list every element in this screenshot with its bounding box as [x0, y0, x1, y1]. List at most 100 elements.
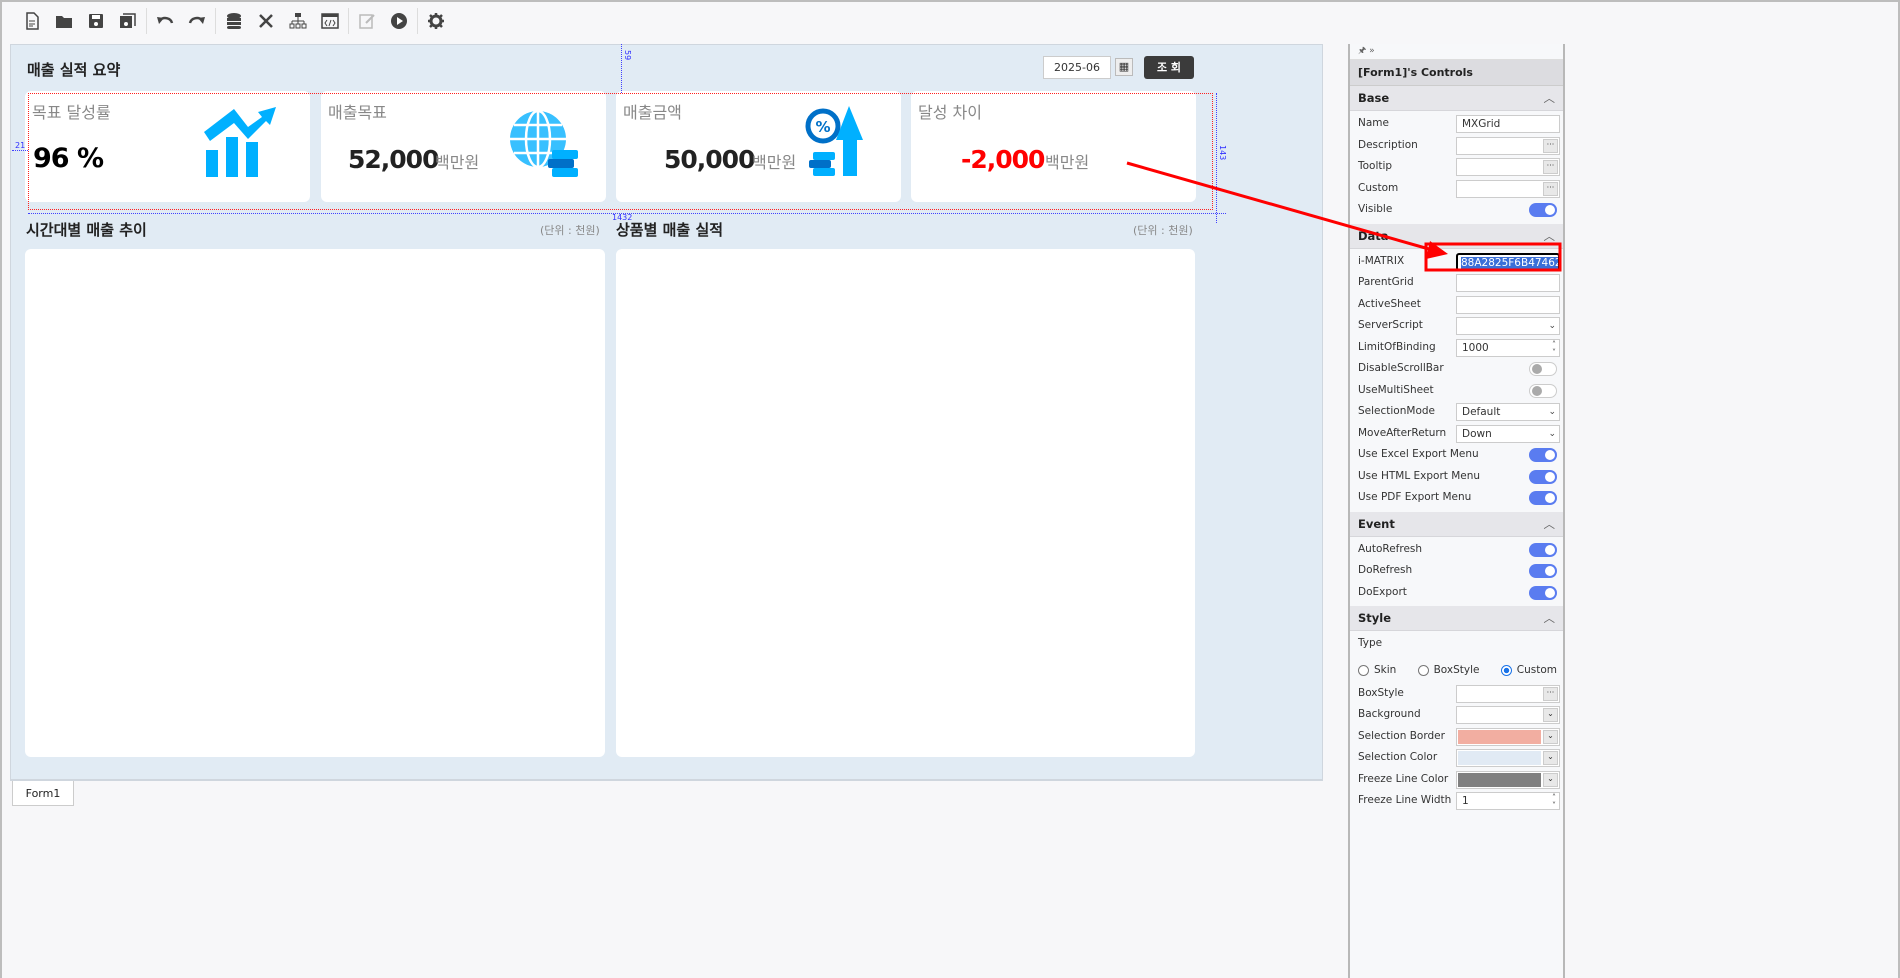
search-button[interactable]: 조 회 [1144, 56, 1194, 79]
run-icon [391, 13, 407, 29]
prop-label: i-MATRIX [1358, 254, 1405, 267]
date-input[interactable]: 2025-06 [1043, 56, 1111, 79]
redo-button[interactable] [181, 5, 213, 37]
prop-input[interactable]: ··· [1456, 136, 1560, 155]
guide-left-label: 21 [15, 141, 26, 150]
chevron-down-icon: ⌄ [1548, 407, 1556, 417]
ellipsis-button[interactable]: ··· [1543, 686, 1558, 701]
prop-label: ServerScript [1358, 319, 1423, 331]
prop-tooltip: Tooltip ··· [1350, 156, 1563, 178]
properties-panel: 🖈 » [Form1]'s Controls Base ︿ Name MXGrid De… [1348, 44, 1565, 978]
section-title: Data [1358, 228, 1389, 243]
open-folder-icon [56, 16, 72, 28]
toggle-switch[interactable] [1529, 383, 1557, 398]
save-all-button[interactable] [112, 5, 144, 37]
collapse-icon[interactable]: ︿ [1544, 86, 1556, 111]
toggle-switch[interactable] [1529, 469, 1557, 484]
prop-spinner[interactable]: 1 ˄ ˅ [1456, 792, 1560, 810]
prop-select[interactable]: ⌄ [1456, 317, 1560, 335]
select-value: Down [1462, 427, 1492, 440]
prop-selection-border: Selection Border ⌄ [1350, 726, 1563, 748]
selection-rectangle[interactable] [28, 93, 1213, 210]
spinner-arrows-icon[interactable]: ˄ ˅ [1552, 340, 1556, 356]
tools-button[interactable] [250, 5, 282, 37]
settings-button[interactable] [420, 5, 452, 37]
prop-label: DoExport [1358, 585, 1407, 598]
chart-title-hourly-sales: 시간대별 매출 추이 [26, 221, 147, 239]
radio-custom[interactable]: Custom [1500, 664, 1557, 676]
settings-icon [428, 13, 444, 29]
ellipsis-button[interactable]: ··· [1543, 138, 1558, 153]
prop-selection-color: Selection Color ⌄ [1350, 747, 1563, 769]
toggle-switch[interactable] [1529, 448, 1557, 462]
hourly-sales-chart-panel[interactable] [25, 249, 605, 757]
radio-label: Skin [1374, 664, 1397, 676]
product-sales-chart-panel[interactable] [616, 249, 1195, 757]
color-picker[interactable]: ⌄ [1456, 749, 1560, 767]
radio-skin[interactable]: Skin [1358, 664, 1396, 676]
guide-right [1216, 93, 1217, 223]
new-file-button[interactable] [16, 5, 48, 37]
toolbar-separator [348, 8, 349, 34]
toggle-switch[interactable] [1529, 542, 1557, 557]
collapse-icon[interactable]: ︿ [1544, 606, 1556, 631]
prop-label: Tooltip [1358, 160, 1393, 172]
prop-spinner[interactable]: 1000 ˄ ˅ [1456, 338, 1560, 357]
edit-button[interactable] [351, 5, 383, 37]
color-picker[interactable]: ⌄ [1456, 770, 1560, 789]
prop-input[interactable]: MXGrid [1456, 115, 1560, 133]
calendar-icon[interactable]: ▦ [1115, 58, 1133, 76]
prop-input[interactable]: ··· [1456, 179, 1560, 198]
hierarchy-button[interactable] [282, 5, 314, 37]
color-swatch [1458, 772, 1541, 787]
section-data[interactable]: Data ︿ [1350, 223, 1563, 249]
section-base[interactable]: Base ︿ [1350, 86, 1563, 111]
run-button[interactable] [383, 5, 415, 37]
chevron-down-icon[interactable]: ⌄ [1543, 708, 1558, 722]
open-folder-button[interactable] [48, 5, 80, 37]
collapse-icon[interactable]: ︿ [1544, 512, 1556, 537]
color-picker[interactable]: ··· [1456, 684, 1560, 703]
radio-label: Custom [1516, 664, 1557, 676]
ellipsis-button[interactable]: ··· [1543, 160, 1558, 174]
prop-label: UseMultiSheet [1358, 383, 1434, 396]
tab-form1[interactable]: Form1 [12, 781, 74, 806]
pin-icon[interactable]: 🖈 » [1350, 44, 1563, 60]
section-event[interactable]: Event ︿ [1350, 511, 1563, 537]
prop-boxstyle: BoxStyle ··· [1350, 683, 1563, 705]
prop-type: Type [1350, 633, 1563, 661]
prop-input-selected[interactable]: 88A2825F6B47462E93 [1456, 252, 1560, 271]
chevron-down-icon[interactable]: ⌄ [1543, 772, 1558, 787]
controls-header[interactable]: [Form1]'s Controls [1350, 60, 1563, 86]
toolbar [2, 2, 1898, 40]
chevron-down-icon[interactable]: ⌄ [1543, 751, 1558, 765]
prop-freeze-line-color: Freeze Line Color ⌄ [1350, 769, 1563, 791]
spinner-arrows-icon[interactable]: ˄ ˅ [1552, 794, 1556, 810]
toggle-switch[interactable] [1529, 203, 1557, 217]
prop-input[interactable] [1456, 274, 1560, 292]
prop-label: Visible [1358, 203, 1393, 215]
prop-input[interactable]: ··· [1456, 158, 1560, 176]
radio-boxstyle[interactable]: BoxStyle [1417, 664, 1480, 676]
chevron-down-icon[interactable]: ⌄ [1543, 729, 1558, 744]
code-window-button[interactable] [314, 5, 346, 37]
collapse-icon[interactable]: ︿ [1544, 224, 1556, 249]
color-picker[interactable]: ⌄ [1456, 727, 1560, 746]
radio-label: BoxStyle [1433, 664, 1480, 676]
prop-select[interactable]: Default ⌄ [1456, 403, 1560, 421]
undo-button[interactable] [149, 5, 181, 37]
database-button[interactable] [218, 5, 250, 37]
prop-input[interactable] [1456, 295, 1560, 314]
section-style[interactable]: Style ︿ [1350, 606, 1563, 631]
section-title-summary: 매출 실적 요약 [27, 61, 121, 79]
toggle-switch[interactable] [1529, 585, 1557, 600]
prop-label: MoveAfterReturn [1358, 426, 1447, 439]
toggle-switch[interactable] [1529, 362, 1557, 376]
save-button[interactable] [80, 5, 112, 37]
color-picker[interactable]: ⌄ [1456, 706, 1560, 724]
ellipsis-button[interactable]: ··· [1543, 181, 1558, 196]
prop-select[interactable]: Down ⌄ [1456, 424, 1560, 443]
toggle-switch[interactable] [1529, 491, 1557, 505]
new-file-icon [26, 12, 39, 30]
toggle-switch[interactable] [1529, 564, 1557, 578]
